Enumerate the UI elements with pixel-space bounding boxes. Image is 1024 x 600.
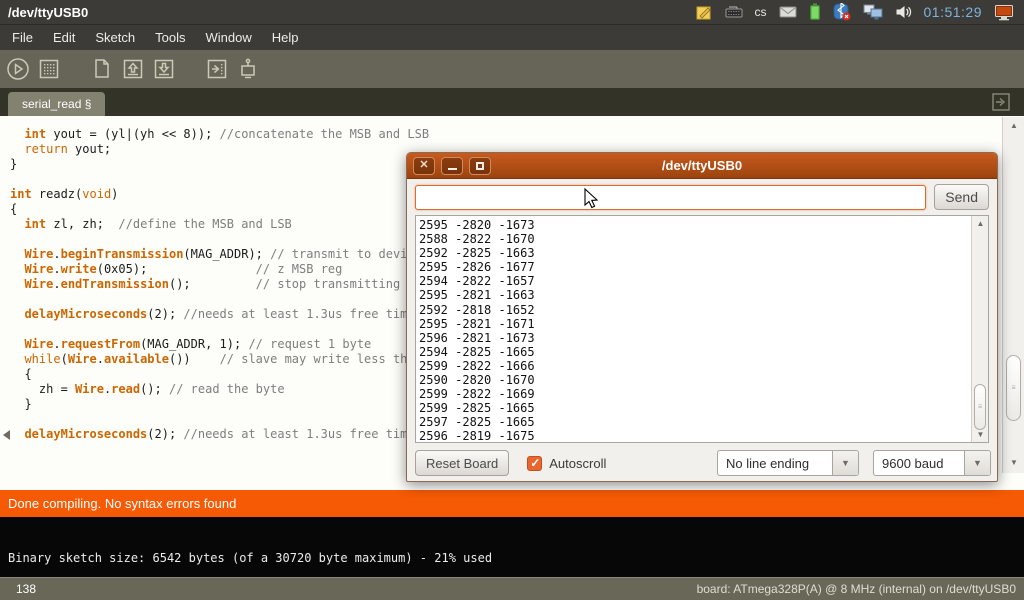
stop-button[interactable] xyxy=(36,56,62,82)
menu-sketch[interactable]: Sketch xyxy=(85,25,145,50)
battery-icon[interactable] xyxy=(809,3,821,21)
verify-button[interactable] xyxy=(5,56,31,82)
mail-icon[interactable] xyxy=(779,3,797,21)
screen: /dev/ttyUSB0 cs 01:51:29 FileEditSketchTo… xyxy=(0,0,1024,600)
chevron-down-icon[interactable]: ▼ xyxy=(832,451,858,475)
menu-edit[interactable]: Edit xyxy=(43,25,85,50)
build-console-text: Binary sketch size: 6542 bytes (of a 307… xyxy=(8,551,492,565)
keyboard-layout-label[interactable]: cs xyxy=(755,3,767,21)
serial-monitor-window: /dev/ttyUSB0 ✕ Send 2595 -2820 -16732588… xyxy=(406,152,998,482)
menu-tools[interactable]: Tools xyxy=(145,25,195,50)
serial-line: 2596 -2819 -1675 xyxy=(419,429,968,440)
serial-line: 2599 -2822 -1666 xyxy=(419,359,968,373)
serial-monitor-button[interactable] xyxy=(235,56,261,82)
bluetooth-icon[interactable] xyxy=(833,3,851,21)
tabbar: serial_read § xyxy=(0,88,1024,116)
window-title: /dev/ttyUSB0 xyxy=(0,5,88,20)
menu-window[interactable]: Window xyxy=(195,25,261,50)
serial-line: 2595 -2820 -1673 xyxy=(419,218,968,232)
menu-help[interactable]: Help xyxy=(262,25,309,50)
scroll-up-icon[interactable]: ▲ xyxy=(972,219,989,228)
serial-send-input[interactable] xyxy=(415,185,926,210)
serial-line: 2596 -2821 -1673 xyxy=(419,331,968,345)
serial-line: 2588 -2822 -1670 xyxy=(419,232,968,246)
serial-line: 2597 -2825 -1665 xyxy=(419,415,968,429)
serial-titlebar[interactable]: /dev/ttyUSB0 ✕ xyxy=(407,153,997,179)
line-number: 138 xyxy=(16,582,36,596)
serial-line: 2592 -2818 -1652 xyxy=(419,303,968,317)
scroll-down-icon[interactable]: ▼ xyxy=(1003,458,1024,467)
line-ending-value: No line ending xyxy=(718,451,832,475)
reset-board-button[interactable]: Reset Board xyxy=(415,450,509,476)
baud-rate-value: 9600 baud xyxy=(874,451,964,475)
build-console: Binary sketch size: 6542 bytes (of a 307… xyxy=(0,517,1024,577)
new-sketch-button[interactable] xyxy=(89,56,115,82)
tab-serial-read[interactable]: serial_read § xyxy=(8,92,105,116)
baud-rate-select[interactable]: 9600 baud ▼ xyxy=(873,450,991,476)
upload-button[interactable] xyxy=(204,56,230,82)
menubar: FileEditSketchToolsWindowHelp xyxy=(0,25,1024,50)
hscroll-left-arrow-icon[interactable] xyxy=(3,430,10,440)
desktop-top-panel: /dev/ttyUSB0 cs 01:51:29 xyxy=(0,0,1024,25)
save-sketch-button[interactable] xyxy=(151,56,177,82)
serial-line: 2594 -2825 -1665 xyxy=(419,345,968,359)
volume-icon[interactable] xyxy=(895,3,912,21)
serial-line: 2599 -2822 -1669 xyxy=(419,387,968,401)
footer-statusbar: 138 board: ATmega328P(A) @ 8 MHz (intern… xyxy=(0,577,1024,600)
line-ending-select[interactable]: No line ending ▼ xyxy=(717,450,859,476)
serial-scrollbar[interactable]: ▲ ≡ ▼ xyxy=(971,216,988,442)
minimize-button[interactable] xyxy=(441,157,463,175)
mouse-cursor-icon xyxy=(584,188,600,215)
scroll-down-icon[interactable]: ▼ xyxy=(972,430,989,439)
scroll-up-icon[interactable]: ▲ xyxy=(1003,121,1024,130)
open-sketch-button[interactable] xyxy=(120,56,146,82)
close-button[interactable]: ✕ xyxy=(413,157,435,175)
network-icon[interactable] xyxy=(863,3,883,21)
serial-output[interactable]: 2595 -2820 -16732588 -2822 -16702592 -28… xyxy=(419,218,968,440)
maximize-button[interactable] xyxy=(469,157,491,175)
serial-output-panel: 2595 -2820 -16732588 -2822 -16702592 -28… xyxy=(415,215,989,443)
new-tab-button[interactable] xyxy=(992,93,1010,111)
menu-file[interactable]: File xyxy=(2,25,43,50)
serial-line: 2590 -2820 -1670 xyxy=(419,373,968,387)
serial-line: 2592 -2825 -1663 xyxy=(419,246,968,260)
autoscroll-checkbox[interactable] xyxy=(527,456,542,471)
compile-status-text: Done compiling. No syntax errors found xyxy=(8,496,236,511)
serial-line: 2595 -2821 -1663 xyxy=(419,288,968,302)
editor-scrollbar[interactable]: ▲ ≡ ▼ xyxy=(1002,117,1024,473)
serial-line: 2599 -2825 -1665 xyxy=(419,401,968,415)
tray: cs 01:51:29 xyxy=(696,3,1024,21)
serial-line: 2594 -2822 -1657 xyxy=(419,274,968,288)
serial-line: 2595 -2821 -1671 xyxy=(419,317,968,331)
send-button[interactable]: Send xyxy=(934,184,989,210)
clock-label[interactable]: 01:51:29 xyxy=(924,3,983,21)
chevron-down-icon[interactable]: ▼ xyxy=(964,451,990,475)
toolbar xyxy=(0,50,1024,88)
autoscroll-label: Autoscroll xyxy=(549,456,606,471)
notes-applet-icon[interactable] xyxy=(696,3,713,21)
board-info: board: ATmega328P(A) @ 8 MHz (internal) … xyxy=(697,582,1016,596)
editor-scrollbar-thumb[interactable]: ≡ xyxy=(1006,355,1021,421)
serial-controls: Reset Board Autoscroll No line ending ▼ … xyxy=(415,445,989,481)
keyboard-layout-icon[interactable] xyxy=(725,3,743,21)
session-menu-icon[interactable] xyxy=(994,3,1014,21)
serial-title: /dev/ttyUSB0 xyxy=(407,158,997,173)
serial-scrollbar-thumb[interactable]: ≡ xyxy=(974,384,986,430)
serial-line: 2595 -2826 -1677 xyxy=(419,260,968,274)
compile-status-bar: Done compiling. No syntax errors found xyxy=(0,490,1024,517)
code-line: int yout = (yl|(yh << 8)); //concatenate… xyxy=(10,127,994,142)
